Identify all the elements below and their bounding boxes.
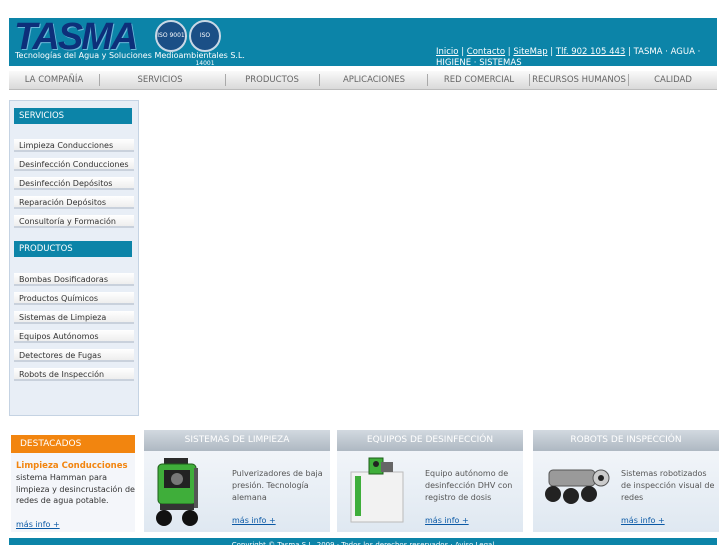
link-telefono[interactable]: Tlf. 902 105 443	[556, 47, 625, 57]
panel-desc: Sistemas robotizados de inspección visua…	[621, 469, 715, 502]
sidebar-item-equipos-autonomos[interactable]: Equipos Autónomos	[14, 330, 134, 343]
sidebar-products-title: PRODUCTOS	[14, 241, 132, 257]
footer: Copyright © Tasma S.L. 2009 · Todos los …	[9, 538, 717, 545]
iso-14001-badge: ISO 14001	[189, 20, 221, 67]
sprayer-machine-image	[156, 458, 198, 526]
iso-9001-badge: ISO 9001	[155, 20, 187, 52]
nav-red-comercial[interactable]: RED COMERCIAL	[428, 71, 530, 89]
sidebar-item-bombas[interactable]: Bombas Dosificadoras	[14, 273, 134, 286]
panel-robots-inspeccion: ROBOTS DE INSPECCIÓN Sistemas robotizado…	[533, 430, 719, 532]
sidebar-item-sistemas-limpieza[interactable]: Sistemas de Limpieza	[14, 311, 134, 324]
sidebar-item-consultoria[interactable]: Consultoría y Formación	[14, 215, 134, 228]
panel-desc: Equipo autónomo de desinfección DHV con …	[425, 469, 513, 502]
main-nav: LA COMPAÑÍA SERVICIOS PRODUCTOS APLICACI…	[9, 71, 717, 90]
panel-title: EQUIPOS DE DESINFECCIÓN	[337, 430, 523, 451]
sidebar-item-reparacion-depositos[interactable]: Reparación Depósitos	[14, 196, 134, 209]
link-contacto[interactable]: Contacto	[467, 47, 505, 57]
header-banner: TASMA Tecnologías del Agua y Soluciones …	[9, 18, 717, 68]
destacados-item-desc: sistema Hamman para limpieza y desincrus…	[16, 473, 135, 505]
sidebar-item-desinfeccion-depositos[interactable]: Desinfección Depósitos	[14, 177, 134, 190]
panel-sistemas-limpieza: SISTEMAS DE LIMPIEZA Pulverizadores de b…	[144, 430, 330, 532]
nav-productos[interactable]: PRODUCTOS	[226, 71, 318, 89]
panel-more-link[interactable]: más info +	[621, 516, 665, 525]
panel-more-link[interactable]: más info +	[425, 516, 469, 525]
link-sitemap[interactable]: SiteMap	[513, 47, 547, 57]
nav-servicios[interactable]: SERVICIOS	[100, 71, 220, 89]
tasma-logo[interactable]: TASMA	[14, 18, 138, 56]
sidebar-services-title: SERVICIOS	[14, 108, 132, 124]
panel-equipos-desinfeccion: EQUIPOS DE DESINFECCIÓN Equipo autónomo …	[337, 430, 523, 532]
sidebar-item-robots[interactable]: Robots de Inspección	[14, 368, 134, 381]
panel-title: ROBOTS DE INSPECCIÓN	[533, 430, 719, 451]
nav-calidad[interactable]: CALIDAD	[629, 71, 717, 89]
destacados-more-link[interactable]: más info +	[16, 520, 60, 529]
disinfection-unit-image	[350, 457, 404, 523]
top-links: Inicio | Contacto | SiteMap | Tlf. 902 1…	[436, 47, 701, 68]
destacados-box: DESTACADOS Limpieza Conducciones sistema…	[11, 435, 135, 532]
sidebar-item-quimicos[interactable]: Productos Químicos	[14, 292, 134, 305]
destacados-title: DESTACADOS	[11, 435, 135, 453]
nav-aplicaciones[interactable]: APLICACIONES	[320, 71, 428, 89]
nav-recursos-humanos[interactable]: RECURSOS HUMANOS	[530, 71, 628, 89]
panel-title: SISTEMAS DE LIMPIEZA	[144, 430, 330, 451]
link-inicio[interactable]: Inicio	[436, 47, 459, 57]
panel-more-link[interactable]: más info +	[232, 516, 276, 525]
sidebar-item-detectores[interactable]: Detectores de Fugas	[14, 349, 134, 362]
sidebar-item-limpieza-conducciones[interactable]: Limpieza Conducciones	[14, 139, 134, 152]
destacados-item-title[interactable]: Limpieza Conducciones	[16, 461, 128, 471]
sidebar: SERVICIOS Limpieza Conducciones Desinfec…	[9, 100, 139, 416]
nav-la-compania[interactable]: LA COMPAÑÍA	[9, 71, 99, 89]
sidebar-item-desinfeccion-conducciones[interactable]: Desinfección Conducciones	[14, 158, 134, 171]
panel-desc: Pulverizadores de baja presión. Tecnolog…	[232, 469, 323, 502]
inspection-robot-image	[545, 469, 610, 504]
